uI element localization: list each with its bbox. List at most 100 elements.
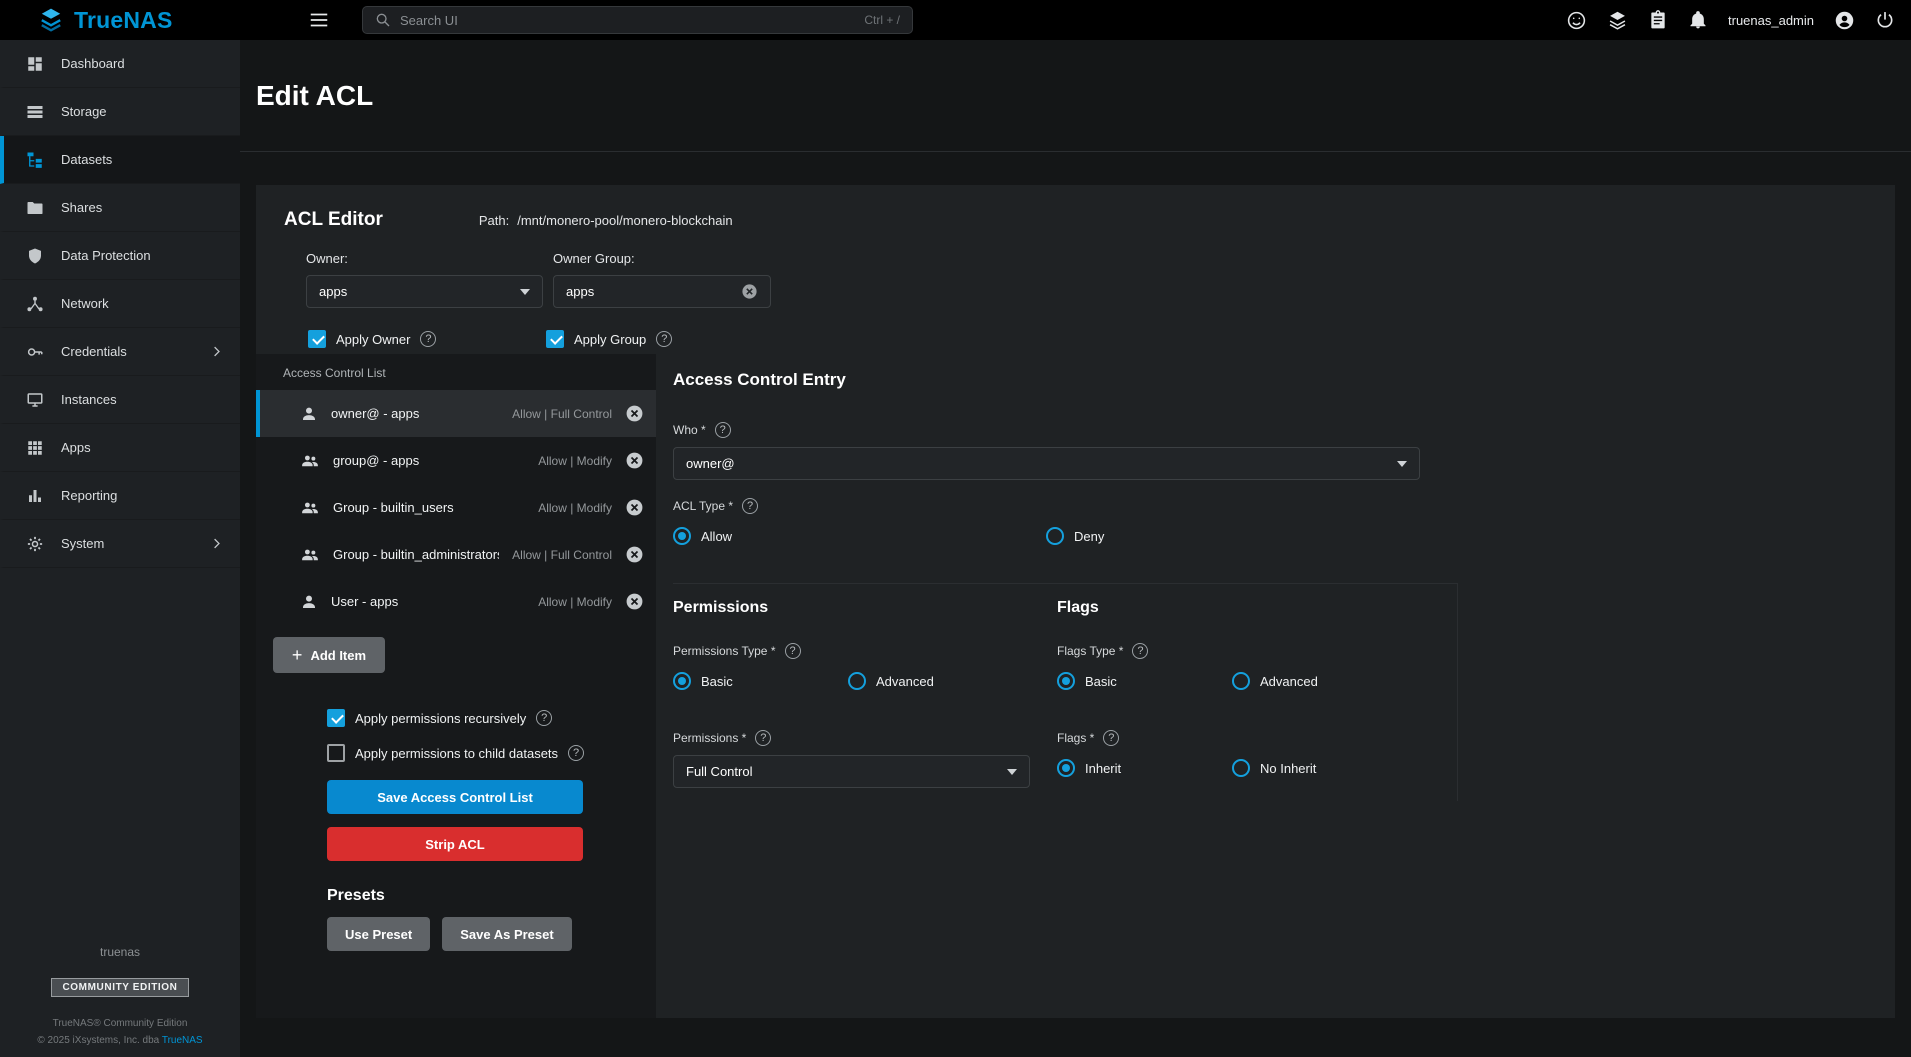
running-jobs-button[interactable] bbox=[1607, 10, 1628, 31]
owner-select[interactable]: apps bbox=[306, 275, 543, 308]
cancel-icon bbox=[625, 498, 644, 517]
sidebar-item-data-protection[interactable]: Data Protection bbox=[0, 232, 240, 280]
who-label: Who * bbox=[673, 423, 706, 437]
logged-in-username[interactable]: truenas_admin bbox=[1728, 13, 1814, 28]
who-select[interactable]: owner@ bbox=[673, 447, 1420, 480]
apply-child-datasets-row: Apply permissions to child datasets ? bbox=[327, 744, 656, 762]
permissions-type-advanced-option[interactable]: Advanced bbox=[848, 672, 934, 690]
feedback-smiley-icon bbox=[1566, 10, 1587, 31]
flags-inherit-option[interactable]: Inherit bbox=[1057, 759, 1232, 777]
save-acl-button[interactable]: Save Access Control List bbox=[327, 780, 583, 814]
access-control-list-panel: Access Control List owner@ - apps Allow … bbox=[256, 354, 656, 1018]
truenas-logo[interactable]: TrueNAS bbox=[0, 7, 240, 34]
power-menu-button[interactable] bbox=[1875, 10, 1895, 30]
owner-label: Owner: bbox=[306, 251, 543, 266]
permissions-type-basic-option[interactable]: Basic bbox=[673, 672, 848, 690]
help-icon[interactable]: ? bbox=[755, 730, 771, 746]
menu-toggle-button[interactable] bbox=[308, 9, 330, 31]
acl-entry-owner[interactable]: owner@ - apps Allow | Full Control bbox=[256, 390, 656, 437]
help-icon[interactable]: ? bbox=[1132, 643, 1148, 659]
monitor-icon bbox=[26, 391, 44, 409]
help-icon[interactable]: ? bbox=[742, 498, 758, 514]
sidebar-item-label: Data Protection bbox=[61, 248, 151, 263]
sidebar-item-label: Apps bbox=[61, 440, 91, 455]
sidebar-item-instances[interactable]: Instances bbox=[0, 376, 240, 424]
sidebar-item-system[interactable]: System bbox=[0, 520, 240, 568]
remove-entry-button[interactable] bbox=[625, 451, 644, 470]
help-icon[interactable]: ? bbox=[1103, 730, 1119, 746]
user-circle-icon bbox=[1834, 10, 1855, 31]
clear-input-icon[interactable] bbox=[741, 283, 758, 300]
bar-chart-icon bbox=[26, 487, 44, 505]
permissions-select[interactable]: Full Control bbox=[673, 755, 1030, 788]
group-icon bbox=[300, 546, 320, 564]
owner-group-field: Owner Group: bbox=[553, 251, 771, 308]
flags-type-advanced-option[interactable]: Advanced bbox=[1232, 672, 1318, 690]
help-icon[interactable]: ? bbox=[420, 331, 436, 347]
sidebar-item-reporting[interactable]: Reporting bbox=[0, 472, 240, 520]
remove-entry-button[interactable] bbox=[625, 592, 644, 611]
jobs-history-button[interactable] bbox=[1648, 10, 1668, 30]
apply-recursively-checkbox[interactable] bbox=[327, 709, 345, 727]
sidebar-item-storage[interactable]: Storage bbox=[0, 88, 240, 136]
sidebar-item-apps[interactable]: Apps bbox=[0, 424, 240, 472]
sidebar-item-dashboard[interactable]: Dashboard bbox=[0, 40, 240, 88]
chevron-right-icon bbox=[209, 536, 224, 551]
page-title: Edit ACL bbox=[256, 80, 373, 112]
acl-entry-group[interactable]: group@ - apps Allow | Modify bbox=[256, 437, 656, 484]
flags-type-label-row: Flags Type * ? bbox=[1057, 643, 1457, 659]
save-as-preset-button[interactable]: Save As Preset bbox=[442, 917, 571, 951]
feedback-button[interactable] bbox=[1566, 10, 1587, 31]
help-icon[interactable]: ? bbox=[536, 710, 552, 726]
flags-no-inherit-option[interactable]: No Inherit bbox=[1232, 759, 1316, 777]
acl-type-deny-option[interactable]: Deny bbox=[1046, 527, 1104, 545]
help-icon[interactable]: ? bbox=[656, 331, 672, 347]
key-icon bbox=[26, 343, 44, 361]
remove-entry-button[interactable] bbox=[625, 498, 644, 517]
help-icon[interactable]: ? bbox=[568, 745, 584, 761]
global-search[interactable]: Ctrl + / bbox=[362, 6, 913, 34]
footer-brand-link[interactable]: TrueNAS bbox=[162, 1035, 203, 1046]
person-icon bbox=[300, 593, 318, 611]
sidebar-item-shares[interactable]: Shares bbox=[0, 184, 240, 232]
acl-entry-builtin-users[interactable]: Group - builtin_users Allow | Modify bbox=[256, 484, 656, 531]
layers-icon bbox=[1607, 10, 1628, 31]
radio-button-icon bbox=[1057, 672, 1075, 690]
alerts-button[interactable] bbox=[1688, 10, 1708, 30]
permissions-flags-grid: Permissions Permissions Type * ? Basic bbox=[673, 583, 1458, 801]
who-label-row: Who * ? bbox=[673, 422, 1895, 438]
sidebar-item-label: Instances bbox=[61, 392, 117, 407]
apply-owner-label: Apply Owner bbox=[336, 332, 410, 347]
gear-icon bbox=[26, 535, 44, 553]
acl-type-allow-option[interactable]: Allow bbox=[673, 527, 1046, 545]
help-icon[interactable]: ? bbox=[785, 643, 801, 659]
add-item-button[interactable]: + Add Item bbox=[273, 637, 385, 673]
help-icon[interactable]: ? bbox=[715, 422, 731, 438]
acl-type-label-row: ACL Type * ? bbox=[673, 498, 1895, 514]
group-icon bbox=[300, 452, 320, 470]
search-input[interactable] bbox=[400, 13, 855, 28]
owner-group-input[interactable] bbox=[566, 284, 741, 299]
flags-title: Flags bbox=[1057, 599, 1457, 617]
sidebar-item-credentials[interactable]: Credentials bbox=[0, 328, 240, 376]
strip-acl-button[interactable]: Strip ACL bbox=[327, 827, 583, 861]
sidebar-item-network[interactable]: Network bbox=[0, 280, 240, 328]
sidebar-item-datasets[interactable]: Datasets bbox=[0, 136, 240, 184]
flags-label: Flags * bbox=[1057, 731, 1094, 745]
remove-entry-button[interactable] bbox=[625, 545, 644, 564]
apply-owner-checkbox[interactable] bbox=[308, 330, 326, 348]
radio-button-icon bbox=[1057, 759, 1075, 777]
use-preset-button[interactable]: Use Preset bbox=[327, 917, 430, 951]
permissions-type-basic-label: Basic bbox=[701, 674, 733, 689]
remove-entry-button[interactable] bbox=[625, 404, 644, 423]
radio-button-icon bbox=[1232, 759, 1250, 777]
apply-child-datasets-checkbox[interactable] bbox=[327, 744, 345, 762]
ace-title: Access Control Entry bbox=[673, 370, 1895, 390]
flags-type-basic-option[interactable]: Basic bbox=[1057, 672, 1232, 690]
apply-recursively-row: Apply permissions recursively ? bbox=[327, 709, 656, 727]
acl-entry-builtin-administrators[interactable]: Group - builtin_administrators Allow | F… bbox=[256, 531, 656, 578]
user-menu-button[interactable] bbox=[1834, 10, 1855, 31]
acl-entry-user-apps[interactable]: User - apps Allow | Modify bbox=[256, 578, 656, 625]
apply-group-checkbox[interactable] bbox=[546, 330, 564, 348]
permissions-value: Full Control bbox=[686, 764, 1007, 779]
